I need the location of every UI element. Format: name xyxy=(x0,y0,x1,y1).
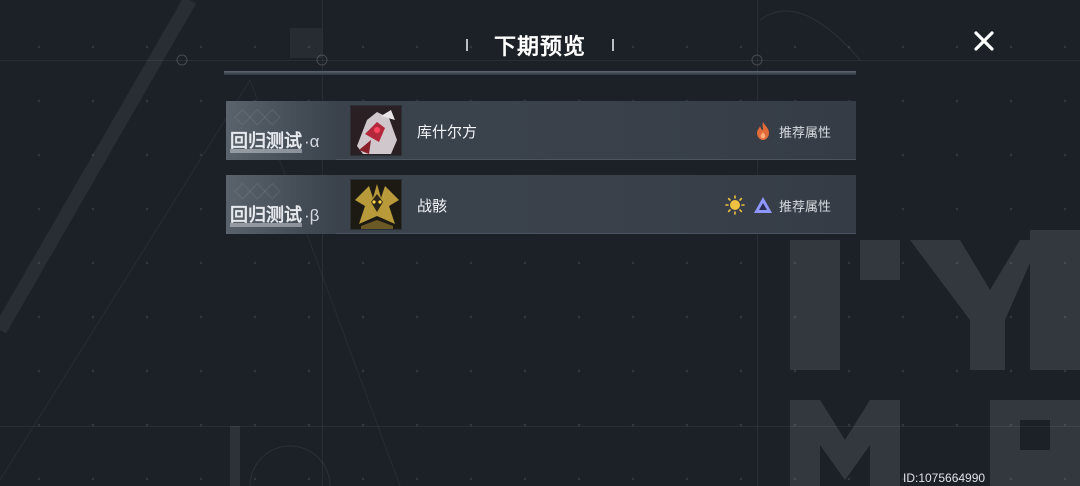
stage-label: 回归测试 xyxy=(230,204,302,225)
element-icons xyxy=(752,120,774,142)
header: 下期预览 xyxy=(0,28,1080,62)
page-title: 下期预览 xyxy=(493,34,586,59)
stage-label: 回归测试 xyxy=(230,130,302,151)
close-button[interactable] xyxy=(968,25,1000,57)
title-tick-left xyxy=(465,39,468,51)
boss-row-beta[interactable]: ◇◇◇ 回归测试 ·β 战骸 推荐属性 xyxy=(226,174,856,234)
badge-bar xyxy=(230,148,302,153)
boss-row-alpha[interactable]: ◇◇◇ 回归测试 ·α 库什尔方 推荐属性 xyxy=(226,100,856,160)
boss-name: 库什尔方 xyxy=(417,124,478,141)
fire-element-icon xyxy=(752,120,774,142)
boss-name: 战骸 xyxy=(417,198,448,215)
badge-bar xyxy=(230,222,302,227)
header-divider xyxy=(224,71,856,75)
recommend-label: 推荐属性 xyxy=(779,125,832,140)
stage-greek: ·β xyxy=(304,205,320,225)
stage-badge: ◇◇◇ 回归测试 ·α xyxy=(226,100,336,160)
boss-gold-dragon-portrait xyxy=(351,180,401,229)
close-x-icon xyxy=(974,31,994,51)
badge-watermark: ◇◇◇ xyxy=(234,102,281,128)
stage-greek: ·α xyxy=(304,131,320,151)
title-tick-right xyxy=(612,39,614,51)
recommend-label: 推荐属性 xyxy=(779,199,832,214)
stage-badge: ◇◇◇ 回归测试 ·β xyxy=(226,174,336,234)
element-icons xyxy=(724,194,774,216)
light-element-icon xyxy=(724,194,746,216)
boss-list: ◇◇◇ 回归测试 ·α 库什尔方 推荐属性 ◇◇◇ 回归测试 ·β 战骸 推荐属… xyxy=(226,100,856,249)
player-id: ID:1075664990 xyxy=(903,471,986,485)
boss-mech-red-portrait xyxy=(351,106,401,155)
boss-avatar xyxy=(350,105,402,156)
void-triangle-element-icon xyxy=(752,194,774,216)
boss-avatar xyxy=(350,179,402,230)
badge-watermark: ◇◇◇ xyxy=(234,176,281,202)
